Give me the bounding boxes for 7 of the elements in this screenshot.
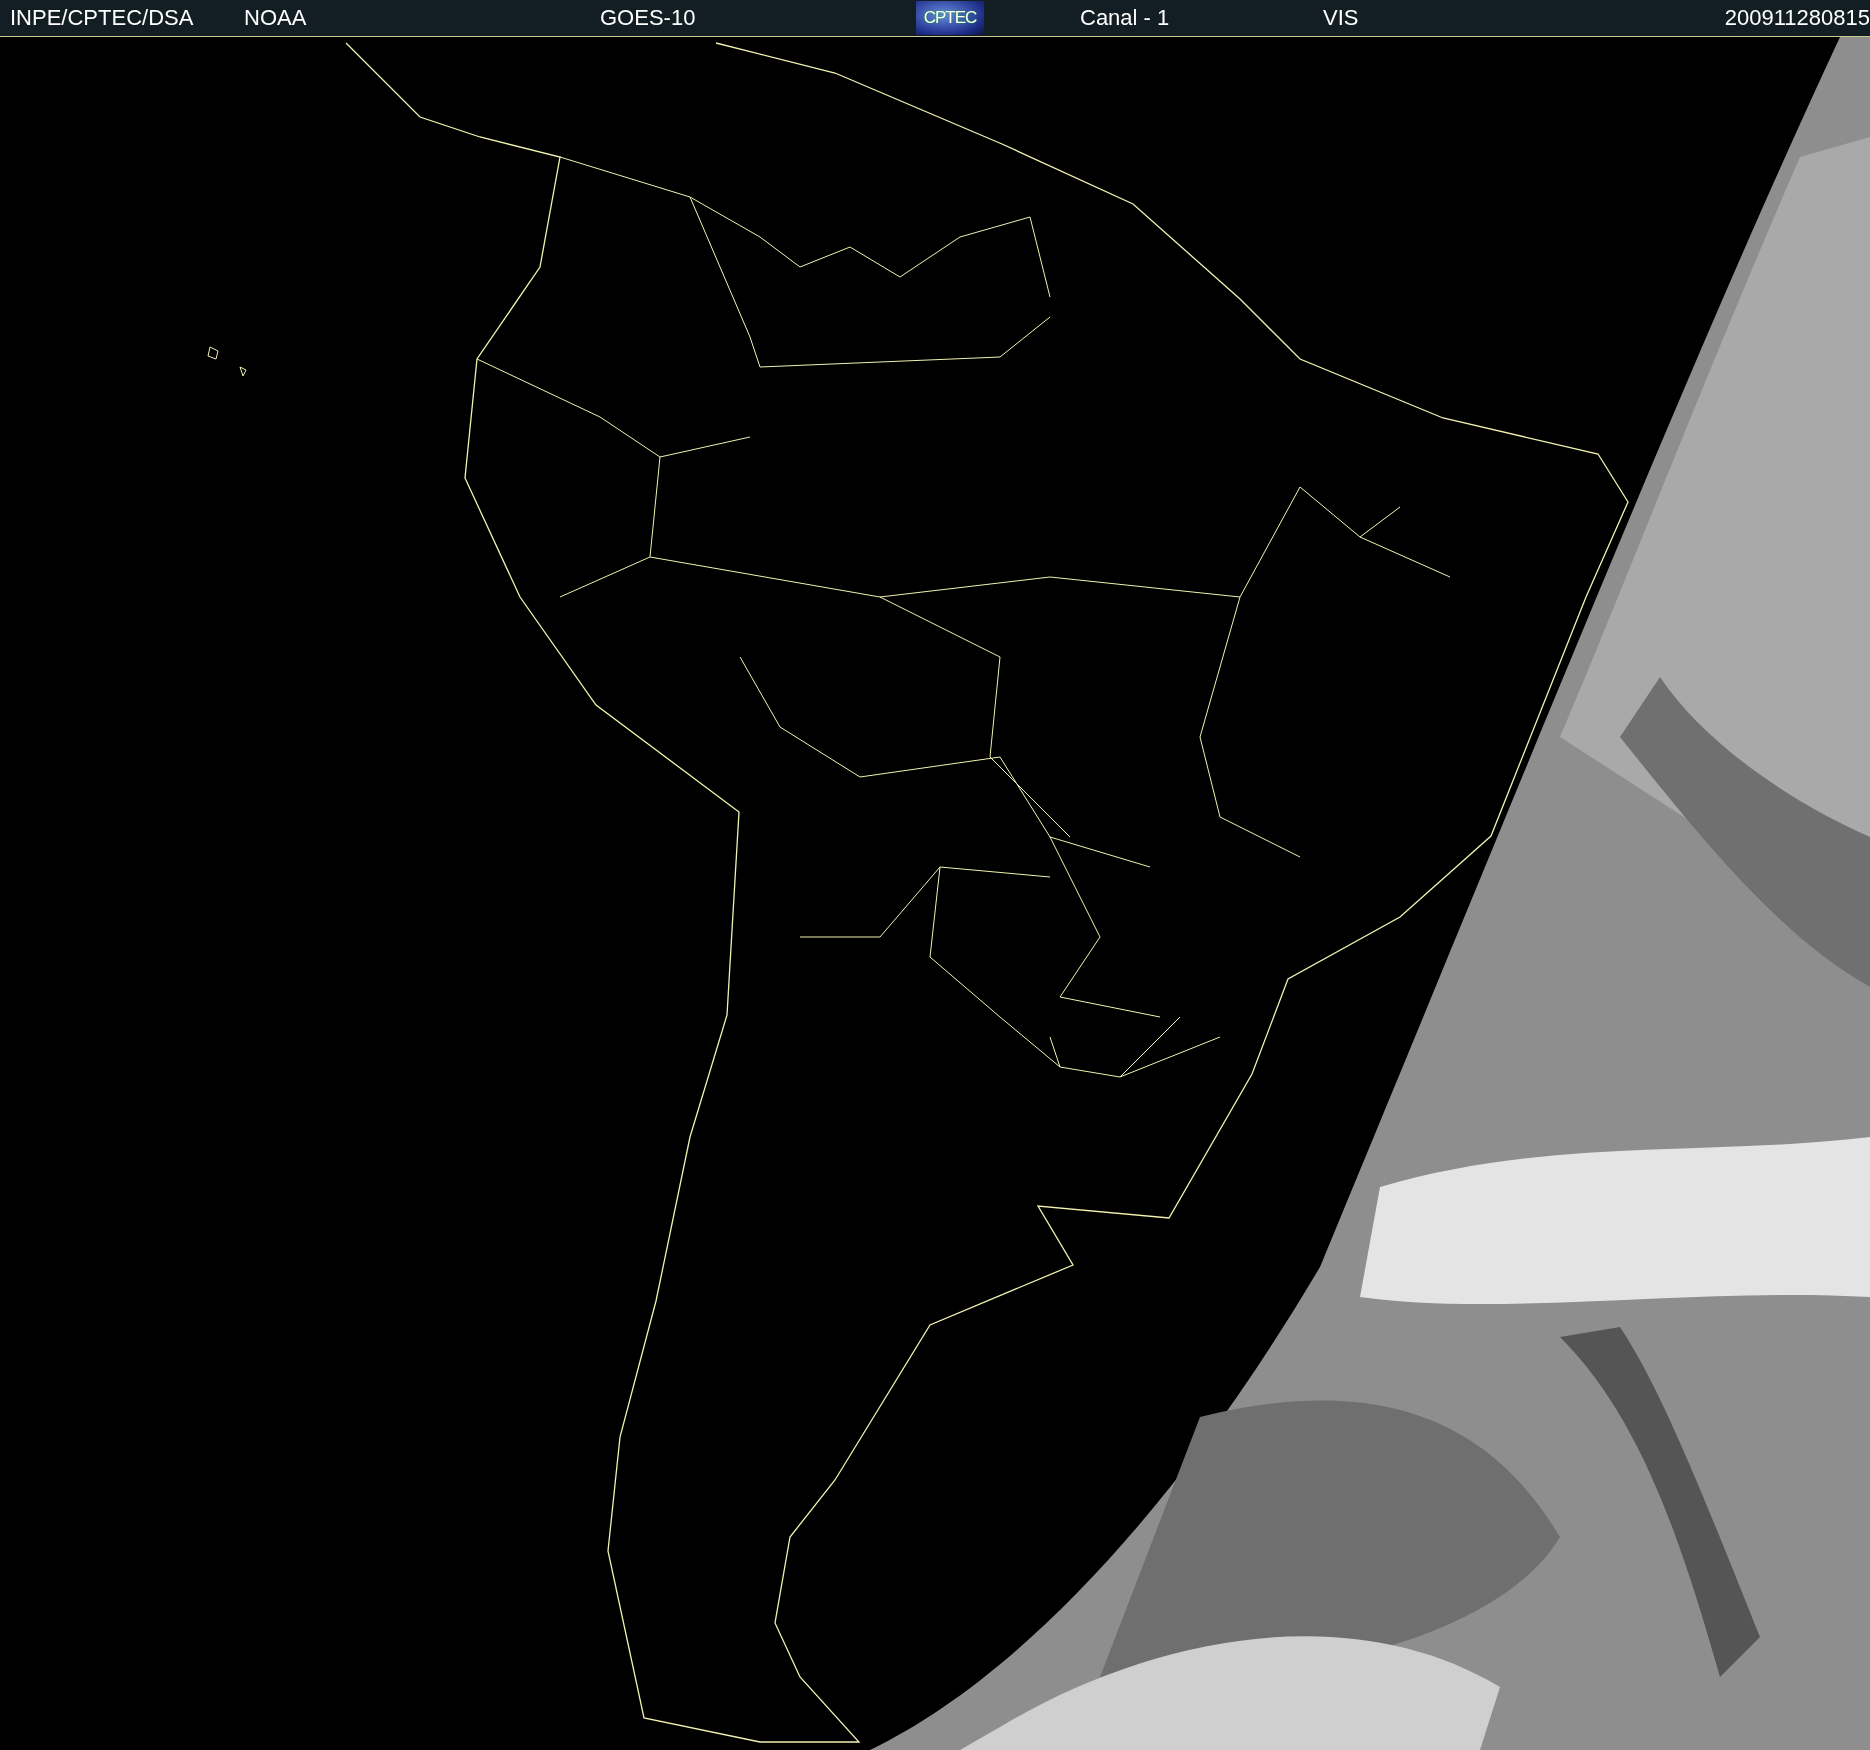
- band-label: VIS: [1323, 5, 1359, 31]
- timestamp-label: 200911280815: [1724, 5, 1870, 31]
- source-label: INPE/CPTEC/DSA: [10, 5, 194, 31]
- satellite-label: GOES-10: [600, 5, 696, 31]
- logo: CPTEC: [916, 1, 984, 35]
- agency-label: NOAA: [244, 5, 307, 31]
- channel-label: Canal - 1: [1080, 5, 1170, 31]
